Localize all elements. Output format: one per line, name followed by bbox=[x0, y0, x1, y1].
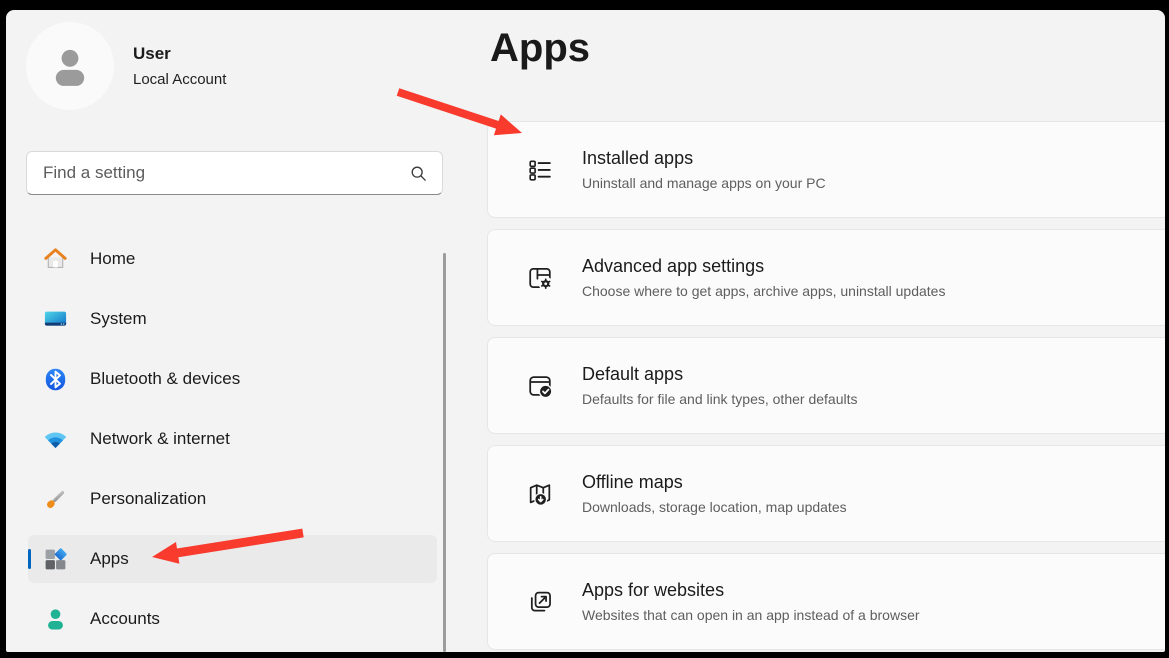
card-installed-apps[interactable]: Installed apps Uninstall and manage apps… bbox=[487, 121, 1165, 218]
card-advanced-app-settings[interactable]: Advanced app settings Choose where to ge… bbox=[487, 229, 1165, 326]
card-title: Default apps bbox=[582, 364, 684, 384]
card-text: Advanced app settings Choose where to ge… bbox=[582, 256, 945, 299]
installed-apps-icon bbox=[526, 156, 554, 184]
card-subtitle: Choose where to get apps, archive apps, … bbox=[582, 283, 946, 299]
page-title: Apps bbox=[490, 26, 590, 70]
bluetooth-icon bbox=[41, 365, 69, 393]
sidebar-nav: Home System Bluetooth & devices Network … bbox=[28, 235, 437, 652]
card-subtitle: Websites that can open in an app instead… bbox=[582, 607, 920, 623]
card-text: Offline maps Downloads, storage location… bbox=[582, 472, 847, 515]
default-apps-icon bbox=[526, 372, 554, 400]
search-box[interactable] bbox=[26, 151, 443, 195]
sidebar-item-label: System bbox=[90, 309, 147, 328]
sidebar-item-network-internet[interactable]: Network & internet bbox=[28, 415, 437, 463]
sidebar-item-apps[interactable]: Apps bbox=[28, 535, 437, 583]
avatar[interactable] bbox=[26, 22, 114, 110]
sidebar-item-system[interactable]: System bbox=[28, 295, 437, 343]
apps-for-websites-icon bbox=[526, 588, 554, 616]
sidebar-scrollbar[interactable] bbox=[443, 253, 446, 652]
person-icon bbox=[55, 49, 85, 86]
sidebar-item-label: Home bbox=[90, 249, 136, 268]
card-title: Offline maps bbox=[582, 472, 683, 492]
account-name: User bbox=[133, 44, 171, 63]
search-input[interactable] bbox=[41, 162, 408, 184]
offline-maps-icon bbox=[526, 480, 554, 508]
card-text: Apps for websites Websites that can open… bbox=[582, 580, 920, 623]
sidebar-item-label: Network & internet bbox=[90, 429, 230, 448]
card-apps-for-websites[interactable]: Apps for websites Websites that can open… bbox=[487, 553, 1165, 650]
sidebar-item-home[interactable]: Home bbox=[28, 235, 437, 283]
search-icon bbox=[408, 163, 429, 184]
apps-icon bbox=[41, 545, 69, 573]
settings-window: User Local Account Home bbox=[6, 10, 1165, 652]
card-subtitle: Defaults for file and link types, other … bbox=[582, 391, 858, 407]
sidebar-item-bluetooth-devices[interactable]: Bluetooth & devices bbox=[28, 355, 437, 403]
sidebar-item-label: Accounts bbox=[90, 609, 160, 628]
card-subtitle: Downloads, storage location, map updates bbox=[582, 499, 847, 515]
sidebar-item-accounts[interactable]: Accounts bbox=[28, 595, 437, 643]
sidebar-item-label: Bluetooth & devices bbox=[90, 369, 241, 388]
accounts-icon bbox=[41, 605, 69, 633]
selection-indicator bbox=[28, 549, 31, 569]
card-subtitle: Uninstall and manage apps on your PC bbox=[582, 175, 826, 191]
home-icon bbox=[41, 245, 69, 273]
card-text: Installed apps Uninstall and manage apps… bbox=[582, 148, 826, 191]
card-title: Apps for websites bbox=[582, 580, 725, 600]
advanced-app-settings-icon bbox=[526, 264, 554, 292]
card-title: Installed apps bbox=[582, 148, 694, 168]
system-icon bbox=[41, 305, 69, 333]
card-text: Default apps Defaults for file and link … bbox=[582, 364, 857, 407]
card-offline-maps[interactable]: Offline maps Downloads, storage location… bbox=[487, 445, 1165, 542]
card-title: Advanced app settings bbox=[582, 256, 765, 276]
sidebar-item-label: Apps bbox=[90, 549, 129, 568]
sidebar-item-label: Personalization bbox=[90, 489, 207, 508]
paintbrush-icon bbox=[41, 485, 69, 513]
account-type: Local Account bbox=[133, 71, 227, 88]
sidebar-item-personalization[interactable]: Personalization bbox=[28, 475, 437, 523]
wifi-icon bbox=[41, 425, 69, 453]
card-default-apps[interactable]: Default apps Defaults for file and link … bbox=[487, 337, 1165, 434]
